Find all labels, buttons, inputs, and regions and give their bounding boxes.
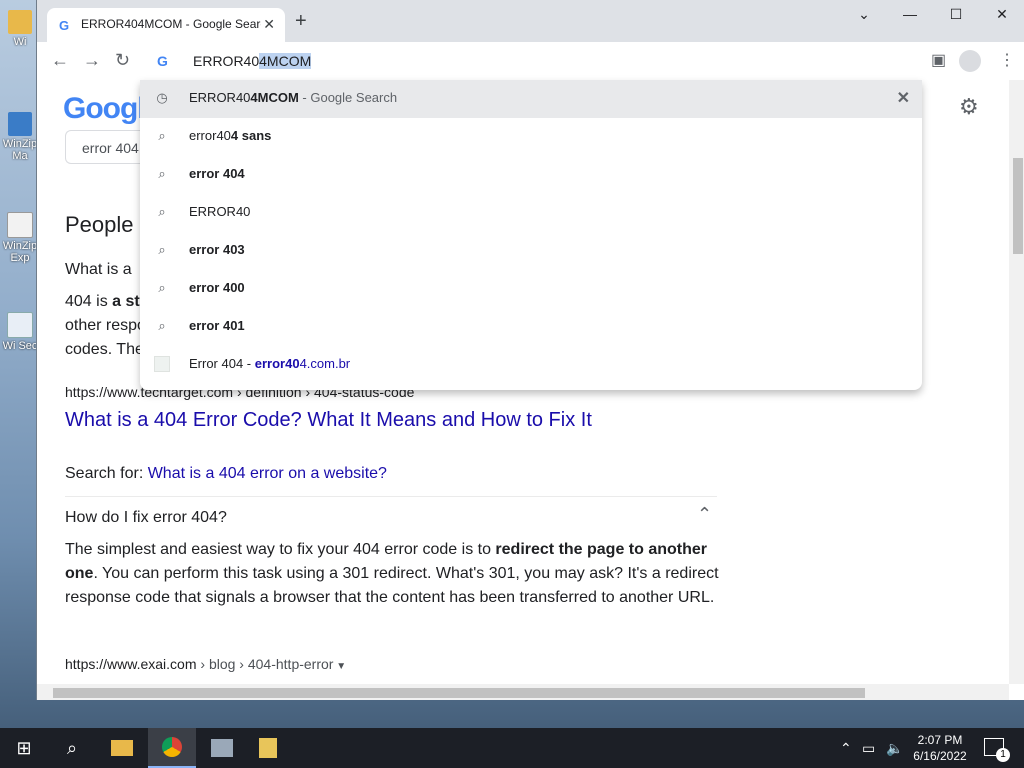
answer-1-line-3: codes. The (65, 341, 144, 358)
more-menu-icon[interactable]: ⋮ (999, 50, 1015, 70)
profile-avatar-icon[interactable] (959, 50, 981, 72)
result-url-2: https://www.exai.com › blog › 404-http-e… (65, 656, 347, 672)
omnibox-input[interactable]: ERROR404MCOM (193, 53, 312, 69)
chevron-up-icon[interactable]: ⌃ (697, 504, 712, 525)
network-icon[interactable]: ▭ (862, 740, 875, 757)
notification-badge: 1 (996, 748, 1010, 762)
search-icon: ⌕ (158, 204, 166, 219)
settings-gear-icon[interactable]: ⚙ (959, 94, 979, 120)
chrome-icon[interactable] (148, 728, 196, 768)
remove-suggestion-icon[interactable]: ✕ (897, 88, 910, 108)
history-icon: ◷ (156, 90, 168, 105)
winzip-icon (8, 112, 32, 136)
tab-search-icon[interactable]: ⌄ (849, 6, 879, 23)
omnibox-text-prefix: ERROR40 (193, 53, 260, 69)
app-icon (8, 10, 32, 34)
search-icon: ⌕ (158, 242, 166, 257)
desktop-icon-1[interactable]: Wi (2, 10, 38, 48)
new-tab-button[interactable]: + (295, 11, 307, 31)
people-also-ask-heading: People (65, 212, 134, 237)
desktop-icon-security[interactable]: Wi Sec (2, 312, 38, 352)
file-explorer-icon[interactable] (98, 728, 146, 768)
windows-start-icon[interactable]: ⊞ (0, 728, 48, 768)
suggestion-item[interactable]: ⌕ error404 sans (140, 118, 922, 156)
search-for-line: Search for: What is a 404 error on a web… (65, 465, 387, 482)
tab-close-icon[interactable]: ✕ (263, 16, 275, 33)
search-input[interactable]: error 404 (65, 130, 145, 164)
title-bar: G ERROR404MCOM - Google Search ✕ + ⌄ — ☐… (37, 0, 1024, 42)
suggestion-item[interactable]: Error 404 - error404.com.br (140, 346, 922, 384)
suggestion-item[interactable]: ⌕ ERROR40 (140, 194, 922, 232)
dropdown-triangle-icon[interactable]: ▼ (333, 661, 346, 672)
archive-icon[interactable] (244, 728, 292, 768)
suggestion-item[interactable]: ⌕ error 401 (140, 308, 922, 346)
horizontal-scroll-thumb[interactable] (53, 688, 865, 698)
reload-icon[interactable]: ↻ (115, 50, 130, 71)
answer-2: The simplest and easiest way to fix your… (65, 541, 719, 606)
pdf-icon (7, 212, 33, 238)
desktop-icon-winzip[interactable]: WinZip Ma (2, 112, 38, 162)
answer-1-line-2: other respo (65, 317, 146, 334)
omnibox-suggestions: ◷ ERROR404MCOM - Google Search ✕ ⌕ error… (140, 80, 922, 390)
forward-arrow-icon[interactable]: → (83, 50, 101, 71)
search-icon: ⌕ (158, 166, 166, 181)
browser-tab[interactable]: G ERROR404MCOM - Google Search ✕ (47, 8, 285, 42)
google-favicon-icon: G (59, 18, 70, 33)
search-icon[interactable]: ⌕ (48, 728, 96, 768)
suggestion-item[interactable]: ⌕ error 403 (140, 232, 922, 270)
search-icon: ⌕ (158, 318, 166, 333)
search-icon: ⌕ (158, 280, 166, 295)
omnibox[interactable]: G ERROR404MCOM (141, 44, 923, 78)
taskbar: ⊞ ⌕ ⌃ ▭ 🔈 2:07 PM 6/16/2022 1 (0, 728, 1024, 768)
server-manager-icon[interactable] (198, 728, 246, 768)
vertical-scroll-thumb[interactable] (1013, 158, 1023, 254)
browser-toolbar: ← → ↻ G ERROR404MCOM ▣ ⋮ (37, 42, 1024, 81)
suggestion-item[interactable]: ◷ ERROR404MCOM - Google Search ✕ (140, 80, 922, 118)
volume-icon[interactable]: 🔈 (886, 740, 903, 757)
tab-title: ERROR404MCOM - Google Search (81, 17, 261, 31)
question-2[interactable]: How do I fix error 404? (65, 506, 227, 530)
google-g-icon: G (157, 53, 168, 69)
close-window-button[interactable]: ✕ (987, 6, 1017, 23)
security-icon (7, 312, 33, 338)
suggestion-item[interactable]: ⌕ error 400 (140, 270, 922, 308)
divider (65, 496, 717, 497)
vertical-scrollbar[interactable] (1009, 80, 1024, 684)
desktop-icon-winzip-pdf[interactable]: WinZip Exp (2, 212, 38, 264)
clock[interactable]: 2:07 PM 6/16/2022 (910, 732, 970, 764)
site-favicon-icon (154, 356, 170, 372)
chevron-up-icon[interactable]: ⌃ (840, 740, 852, 757)
result-link-1[interactable]: What is a 404 Error Code? What It Means … (65, 409, 592, 432)
question-1[interactable]: What is a (65, 258, 132, 282)
minimize-button[interactable]: — (895, 6, 925, 22)
search-for-link[interactable]: What is a 404 error on a website? (148, 465, 387, 482)
answer-1-line-1: 404 is a st (65, 293, 140, 310)
maximize-button[interactable]: ☐ (941, 6, 971, 23)
horizontal-scrollbar[interactable] (37, 684, 1009, 700)
search-icon: ⌕ (158, 128, 166, 143)
back-arrow-icon[interactable]: ← (51, 50, 69, 71)
omnibox-text-selected: 4MCOM (259, 53, 312, 69)
suggestion-item[interactable]: ⌕ error 404 (140, 156, 922, 194)
side-panel-icon[interactable]: ▣ (931, 50, 946, 70)
